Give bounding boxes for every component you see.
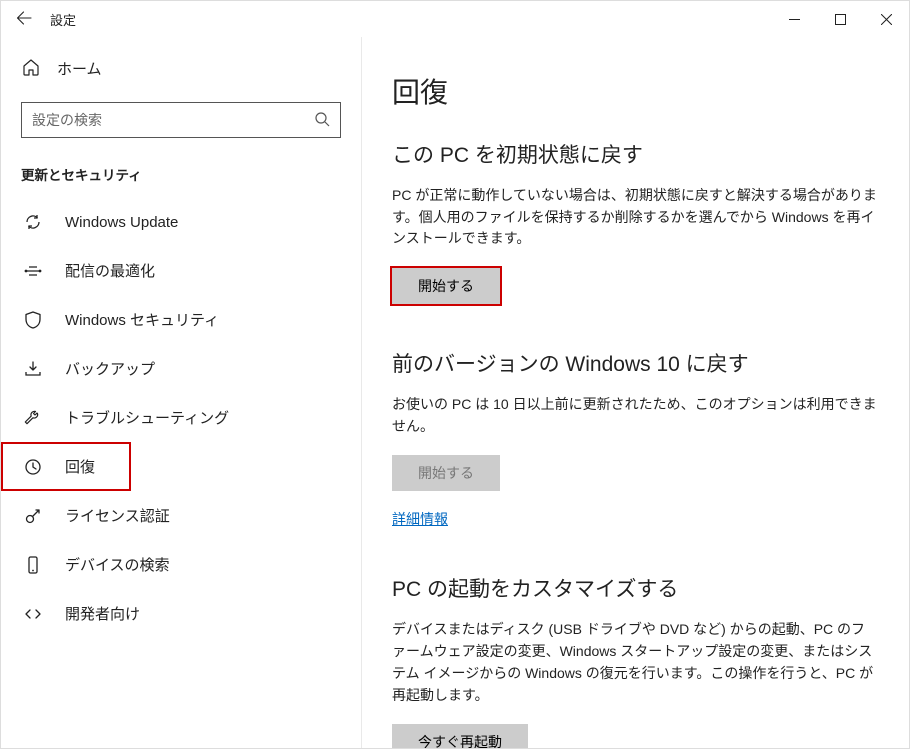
wrench-icon xyxy=(23,408,43,428)
goback-heading: 前のバージョンの Windows 10 に戻す xyxy=(392,348,879,378)
category-header: 更新とセキュリティ xyxy=(1,146,361,198)
minimize-button[interactable] xyxy=(771,1,817,37)
advanced-heading: PC の起動をカスタマイズする xyxy=(392,573,879,603)
home-icon xyxy=(21,57,41,80)
home-label: ホーム xyxy=(57,58,102,79)
sidebar-item-windows-update[interactable]: Windows Update xyxy=(1,198,361,246)
sidebar-item-for-developers[interactable]: 開発者向け xyxy=(1,589,361,638)
sidebar-item-label: ライセンス認証 xyxy=(65,505,339,526)
back-icon[interactable] xyxy=(16,10,32,29)
sidebar-item-backup[interactable]: バックアップ xyxy=(1,344,361,393)
sidebar-item-label: 配信の最適化 xyxy=(65,260,339,281)
shield-icon xyxy=(23,310,43,330)
key-icon xyxy=(23,506,43,526)
window-title: 設定 xyxy=(50,10,76,29)
maximize-button[interactable] xyxy=(817,1,863,37)
sidebar-item-find-my-device[interactable]: デバイスの検索 xyxy=(1,540,361,589)
search-field[interactable] xyxy=(32,112,314,128)
reset-heading: この PC を初期状態に戻す xyxy=(392,139,879,169)
sidebar-item-troubleshoot[interactable]: トラブルシューティング xyxy=(1,393,361,442)
goback-moreinfo-link[interactable]: 詳細情報 xyxy=(392,509,879,529)
titlebar: 設定 xyxy=(1,1,909,37)
reset-body: PC が正常に動作していない場合は、初期状態に戻すと解決する場合があります。個人… xyxy=(392,185,879,250)
advanced-body: デバイスまたはディスク (USB ドライブや DVD など) からの起動、PC … xyxy=(392,619,879,706)
sidebar: ホーム 更新とセキュリティ Windows Update xyxy=(1,37,361,748)
sidebar-item-label: バックアップ xyxy=(65,358,339,379)
sidebar-item-label: トラブルシューティング xyxy=(65,407,339,428)
sidebar-item-delivery-optimization[interactable]: 配信の最適化 xyxy=(1,246,361,295)
search-icon xyxy=(314,111,330,130)
sidebar-item-label: Windows Update xyxy=(65,214,339,231)
dev-icon xyxy=(23,604,43,624)
sidebar-item-label: 回復 xyxy=(65,456,109,477)
search-input[interactable] xyxy=(21,102,341,138)
sidebar-item-recovery[interactable]: 回復 xyxy=(1,442,131,491)
sidebar-item-windows-security[interactable]: Windows セキュリティ xyxy=(1,295,361,344)
goback-body: お使いの PC は 10 日以上前に更新されたため、このオプションは利用できませ… xyxy=(392,394,879,437)
page-title: 回復 xyxy=(392,71,879,111)
sync-icon xyxy=(23,212,43,232)
close-button[interactable] xyxy=(863,1,909,37)
sidebar-item-label: デバイスの検索 xyxy=(65,554,339,575)
advanced-restart-button[interactable]: 今すぐ再起動 xyxy=(392,724,528,748)
backup-icon xyxy=(23,359,43,379)
goback-start-button: 開始する xyxy=(392,455,500,491)
sidebar-item-label: 開発者向け xyxy=(65,603,339,624)
recovery-icon xyxy=(23,457,43,477)
nav-list: Windows Update 配信の最適化 Windows セキュリティ xyxy=(1,198,361,638)
reset-start-button[interactable]: 開始する xyxy=(392,268,500,304)
phone-icon xyxy=(23,555,43,575)
sidebar-item-activation[interactable]: ライセンス認証 xyxy=(1,491,361,540)
home-link[interactable]: ホーム xyxy=(1,47,361,90)
main-panel: 回復 この PC を初期状態に戻す PC が正常に動作していない場合は、初期状態… xyxy=(361,37,909,748)
sidebar-item-label: Windows セキュリティ xyxy=(65,309,339,330)
delivery-icon xyxy=(23,261,43,281)
